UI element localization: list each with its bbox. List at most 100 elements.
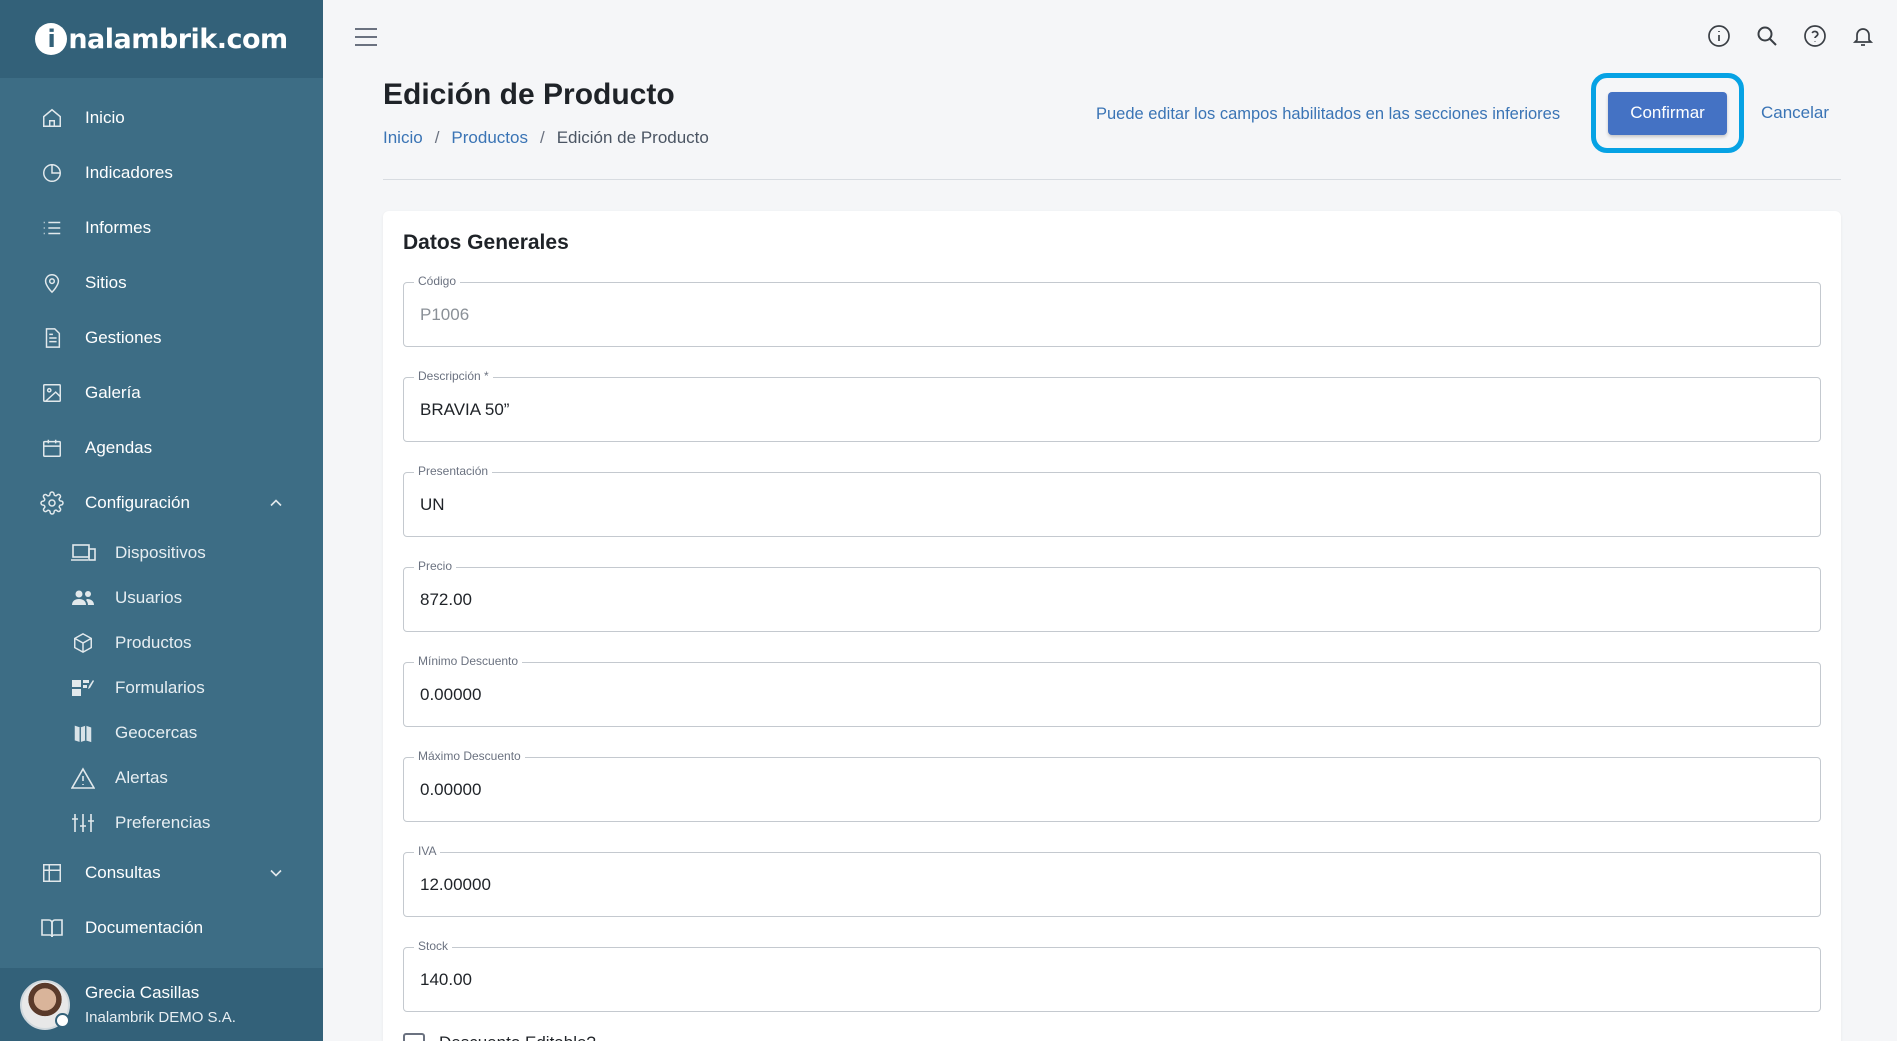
stock-field[interactable]: Stock: [403, 939, 1821, 1012]
sidebar-subitem-label: Geocercas: [115, 722, 198, 742]
sidebar-subitem-label: Usuarios: [115, 587, 183, 607]
descripcion-field[interactable]: Descripción *: [403, 369, 1821, 442]
logo-area: i nalambrik.com: [0, 0, 323, 78]
sidebar-item-configuracion[interactable]: Configuración: [0, 475, 323, 530]
sidebar: i nalambrik.com Inicio Indicadores Infor…: [0, 0, 323, 1041]
brand-logo[interactable]: i nalambrik.com: [35, 23, 288, 55]
sidebar-item-label: Consultas: [85, 862, 161, 882]
sidebar-item-indicadores[interactable]: Indicadores: [0, 145, 323, 200]
forms-icon: [70, 677, 96, 699]
descuento-editable-checkbox[interactable]: [403, 1033, 425, 1041]
sidebar-item-label: Configuración: [85, 492, 190, 512]
sidebar-subitem-preferencias[interactable]: Preferencias: [0, 800, 323, 845]
users-icon: [70, 587, 96, 609]
sidebar-subitem-label: Preferencias: [115, 812, 211, 832]
list-icon: [40, 216, 64, 240]
sidebar-subitem-geocercas[interactable]: Geocercas: [0, 710, 323, 755]
minimo-descuento-field[interactable]: Mínimo Descuento: [403, 654, 1821, 727]
maximo-descuento-field[interactable]: Máximo Descuento: [403, 749, 1821, 822]
sidebar-item-label: Documentación: [85, 917, 204, 937]
document-icon: [40, 326, 64, 350]
precio-input[interactable]: [420, 568, 1800, 631]
iva-field[interactable]: IVA: [403, 844, 1821, 917]
sidebar-item-label: Agendas: [85, 437, 153, 457]
sidebar-item-consultas[interactable]: Consultas: [0, 845, 323, 900]
search-icon[interactable]: [1755, 24, 1779, 48]
map-pin-icon: [40, 271, 64, 295]
sidebar-subitem-label: Productos: [115, 632, 192, 652]
breadcrumb-productos[interactable]: Productos: [451, 128, 528, 148]
sidebar-subitem-dispositivos[interactable]: Dispositivos: [0, 530, 323, 575]
sidebar-item-gestiones[interactable]: Gestiones: [0, 310, 323, 365]
top-bar: [323, 0, 1897, 76]
descripcion-input[interactable]: [420, 378, 1800, 441]
checkbox-label: Descuento Editable?: [439, 1033, 596, 1041]
confirm-highlight: Confirmar: [1591, 73, 1744, 153]
sliders-icon: [70, 812, 96, 834]
edit-hint: Puede editar los campos habilitados en l…: [1096, 105, 1561, 123]
sidebar-item-galeria[interactable]: Galería: [0, 365, 323, 420]
sidebar-item-label: Informes: [85, 217, 152, 237]
sidebar-subitem-label: Dispositivos: [115, 542, 206, 562]
minimo-descuento-input[interactable]: [420, 663, 1800, 726]
general-data-card: Datos Generales Código Descripción * Pre…: [383, 211, 1841, 1041]
presentacion-field[interactable]: Presentación: [403, 464, 1821, 537]
sidebar-item-agendas[interactable]: Agendas: [0, 420, 323, 475]
precio-field[interactable]: Precio: [403, 559, 1821, 632]
sidebar-subitem-productos[interactable]: Productos: [0, 620, 323, 665]
sidebar-subitem-formularios[interactable]: Formularios: [0, 665, 323, 710]
page-title: Edición de Producto: [383, 78, 675, 111]
main-content: Edición de Producto Inicio / Productos /…: [323, 0, 1897, 1041]
chevron-up-icon[interactable]: [269, 496, 283, 510]
user-company: Inalambrik DEMO S.A.: [85, 1009, 236, 1026]
sidebar-subitem-label: Alertas: [115, 767, 168, 787]
info-icon[interactable]: [1707, 24, 1731, 48]
stock-input[interactable]: [420, 948, 1800, 1011]
breadcrumb-separator: /: [434, 128, 440, 147]
box-icon: [70, 632, 96, 654]
iva-input[interactable]: [420, 853, 1800, 916]
section-title: Datos Generales: [403, 231, 569, 254]
sidebar-subitem-label: Formularios: [115, 677, 205, 697]
user-info: Grecia Casillas Inalambrik DEMO S.A.: [85, 983, 236, 1026]
pie-chart-icon: [40, 161, 64, 185]
avatar: [20, 979, 70, 1030]
sidebar-item-sitios[interactable]: Sitios: [0, 255, 323, 310]
presentacion-input[interactable]: [420, 473, 1800, 536]
devices-icon: [70, 542, 96, 564]
table-icon: [40, 861, 64, 885]
sidebar-item-label: Sitios: [85, 272, 127, 292]
home-icon: [40, 106, 64, 130]
sidebar-item-informes[interactable]: Informes: [0, 200, 323, 255]
user-name: Grecia Casillas: [85, 983, 200, 1002]
sidebar-subitem-usuarios[interactable]: Usuarios: [0, 575, 323, 620]
menu-toggle-icon[interactable]: [355, 28, 377, 46]
user-profile[interactable]: Grecia Casillas Inalambrik DEMO S.A.: [0, 968, 323, 1041]
sidebar-nav: Inicio Indicadores Informes Sitios Gesti…: [0, 78, 323, 955]
cancel-button[interactable]: Cancelar: [1761, 103, 1829, 123]
gear-icon: [40, 490, 64, 515]
codigo-input: [420, 283, 1800, 346]
confirm-button[interactable]: Confirmar: [1608, 91, 1727, 135]
logo-i: i: [35, 23, 68, 55]
top-icons: [1707, 24, 1875, 48]
sidebar-item-label: Inicio: [85, 107, 125, 127]
maximo-descuento-input[interactable]: [420, 758, 1800, 821]
sidebar-item-label: Galería: [85, 382, 141, 402]
status-indicator: [55, 1012, 70, 1028]
book-icon: [40, 916, 64, 940]
breadcrumb-inicio[interactable]: Inicio: [383, 128, 423, 148]
sidebar-item-label: Gestiones: [85, 327, 162, 347]
map-icon: [70, 722, 96, 744]
help-icon[interactable]: [1803, 24, 1827, 48]
breadcrumb: Inicio / Productos / Edición de Producto: [383, 128, 709, 148]
chevron-down-icon[interactable]: [269, 866, 283, 880]
sidebar-subitem-alertas[interactable]: Alertas: [0, 755, 323, 800]
bell-icon[interactable]: [1851, 24, 1875, 48]
sidebar-item-inicio[interactable]: Inicio: [0, 90, 323, 145]
logo-text: nalambrik.com: [68, 23, 288, 55]
sidebar-item-documentacion[interactable]: Documentación: [0, 900, 323, 955]
sidebar-item-label: Indicadores: [85, 162, 173, 182]
divider: [383, 179, 1841, 180]
calendar-icon: [40, 436, 64, 460]
